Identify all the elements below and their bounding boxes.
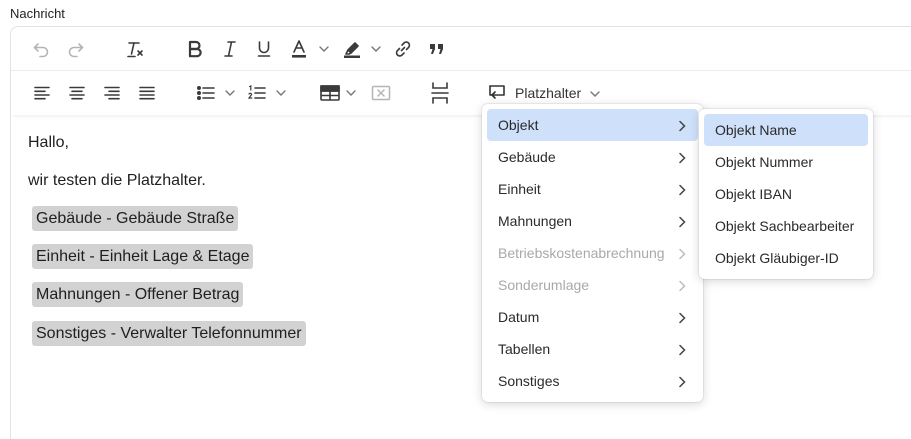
align-center-icon[interactable] [67, 81, 87, 105]
chevron-right-icon [678, 311, 686, 327]
link-icon[interactable] [392, 37, 414, 61]
menu-item-label: Tabellen [498, 341, 551, 357]
font-color-icon[interactable] [289, 37, 309, 61]
bullet-list-dropdown-icon[interactable] [223, 81, 237, 105]
table-dropdown-icon[interactable] [344, 81, 358, 105]
menu-item-gebaeude[interactable]: Gebäude [487, 141, 698, 173]
placeholder-button[interactable]: Platzhalter [487, 81, 601, 105]
chevron-right-icon [678, 151, 686, 167]
redo-icon[interactable] [65, 37, 87, 61]
placeholder-chip[interactable]: Sonstiges - Verwalter Telefonnummer [32, 321, 306, 347]
menu-item-einheit[interactable]: Einheit [487, 173, 698, 205]
blockquote-icon[interactable] [427, 37, 447, 61]
toolbar-row-1 [11, 27, 911, 71]
table-icon[interactable] [319, 81, 341, 105]
submenu-item-objekt-iban[interactable]: Objekt IBAN [704, 178, 868, 210]
placeholder-chip[interactable]: Gebäude - Gebäude Straße [32, 206, 239, 232]
submenu-item-objekt-glaeubiger-id[interactable]: Objekt Gläubiger-ID [704, 242, 868, 274]
align-justify-icon[interactable] [137, 81, 157, 105]
submenu-item-objekt-nummer[interactable]: Objekt Nummer [704, 146, 868, 178]
field-label: Nachricht [10, 6, 65, 21]
placeholder-chip[interactable]: Mahnungen - Offener Betrag [32, 282, 244, 308]
chevron-right-icon [678, 215, 686, 231]
font-color-dropdown-icon[interactable] [317, 37, 331, 61]
clear-format-icon[interactable] [124, 37, 146, 61]
menu-item-sonderumlage: Sonderumlage [487, 269, 698, 301]
menu-item-label: Mahnungen [498, 213, 572, 229]
chevron-right-icon [678, 343, 686, 359]
content-line: wir testen die Platzhalter. [28, 172, 206, 189]
numbered-list-dropdown-icon[interactable] [274, 81, 288, 105]
menu-item-sonstiges[interactable]: Sonstiges [487, 365, 698, 397]
menu-item-tabellen[interactable]: Tabellen [487, 333, 698, 365]
placeholder-menu: Objekt Gebäude Einheit Mahnungen Betrieb… [482, 104, 703, 402]
page-break-icon[interactable] [429, 81, 451, 105]
align-right-icon[interactable] [102, 81, 122, 105]
chevron-right-icon [678, 375, 686, 391]
menu-item-datum[interactable]: Datum [487, 301, 698, 333]
chevron-right-icon [678, 247, 686, 263]
placeholder-label: Platzhalter [515, 85, 582, 101]
placeholder-icon [487, 83, 507, 104]
submenu-item-objekt-sachbearbeiter[interactable]: Objekt Sachbearbeiter [704, 210, 868, 242]
menu-item-mahnungen[interactable]: Mahnungen [487, 205, 698, 237]
menu-item-label: Objekt [498, 117, 539, 133]
menu-item-label: Sonderumlage [498, 277, 590, 293]
italic-icon[interactable] [220, 37, 240, 61]
placeholder-dropdown-icon [589, 85, 601, 101]
menu-item-label: Sonstiges [498, 373, 560, 389]
numbered-list-icon[interactable] [247, 81, 267, 105]
content-greeting: Hallo, [28, 134, 69, 151]
underline-icon[interactable] [254, 37, 274, 61]
bullet-list-icon[interactable] [196, 81, 216, 105]
menu-item-label: Betriebskostenabrechnung [498, 245, 665, 261]
placeholder-chip[interactable]: Einheit - Einheit Lage & Etage [32, 244, 254, 270]
chevron-right-icon [678, 119, 686, 135]
highlight-dropdown-icon[interactable] [369, 37, 383, 61]
bold-icon[interactable] [185, 37, 205, 61]
menu-item-label: Datum [498, 309, 540, 325]
submenu-item-objekt-name[interactable]: Objekt Name [704, 114, 868, 146]
menu-item-label: Gebäude [498, 149, 556, 165]
chevron-right-icon [678, 279, 686, 295]
menu-item-objekt[interactable]: Objekt [487, 109, 698, 141]
undo-icon[interactable] [30, 37, 52, 61]
chevron-right-icon [678, 183, 686, 199]
align-left-icon[interactable] [32, 81, 52, 105]
highlight-icon[interactable] [341, 37, 363, 61]
objekt-submenu: Objekt Name Objekt Nummer Objekt IBAN Ob… [699, 109, 873, 279]
remove-table-icon[interactable] [370, 81, 392, 105]
menu-item-label: Einheit [498, 181, 541, 197]
menu-item-betriebskostenabrechnung: Betriebskostenabrechnung [487, 237, 698, 269]
